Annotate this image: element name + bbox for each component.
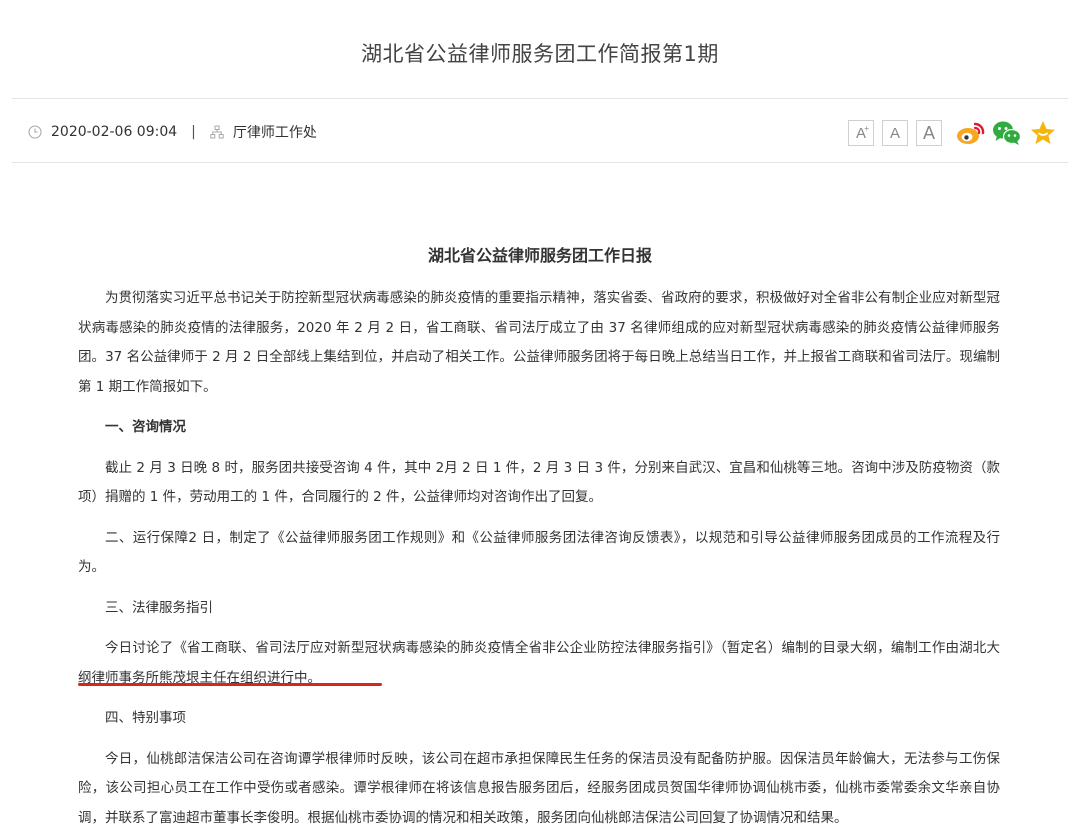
paragraph-consulting: 截止 2 月 3 日晚 8 时，服务团共接受咨询 4 件，其中 2月 2 日 1… — [78, 454, 1000, 513]
header-divider — [12, 98, 1068, 99]
favorite-star-icon[interactable] — [1028, 118, 1058, 148]
meta-divider — [12, 162, 1068, 163]
font-size-small-button[interactable]: A — [916, 120, 942, 146]
source-department[interactable]: 厅律师工作处 — [233, 122, 317, 142]
wechat-icon[interactable] — [992, 118, 1022, 148]
clock-icon — [28, 125, 42, 139]
article-body: 为贯彻落实习近平总书记关于防控新型冠状病毒感染的肺炎疫情的重要指示精神，落实省委… — [78, 284, 1000, 833]
article-meta: 2020-02-06 09:04 | 厅律师工作处 — [28, 121, 317, 143]
publish-date: 2020-02-06 09:04 — [51, 124, 177, 140]
article-toolbar: A+ A A — [848, 118, 1058, 148]
font-large-plus: + — [864, 124, 869, 133]
section-heading-consulting: 一、咨询情况 — [78, 413, 1000, 443]
font-small-label: A — [923, 123, 935, 144]
meta-separator: | — [191, 124, 196, 140]
section-heading-guidance: 三、法律服务指引 — [78, 594, 1000, 624]
font-size-large-button[interactable]: A+ — [848, 120, 874, 146]
organization-icon — [210, 125, 224, 139]
weibo-icon[interactable] — [956, 118, 986, 148]
font-size-medium-button[interactable]: A — [882, 120, 908, 146]
font-medium-label: A — [890, 125, 900, 142]
paragraph-special: 今日，仙桃郎洁保洁公司在咨询谭学根律师时反映，该公司在超市承担保障民生任务的保洁… — [78, 745, 1000, 833]
paragraph-operations: 二、运行保障2 日，制定了《公益律师服务团工作规则》和《公益律师服务团法律咨询反… — [78, 524, 1000, 583]
article-title: 湖北省公益律师服务团工作日报 — [0, 242, 1080, 266]
paragraph-intro: 为贯彻落实习近平总书记关于防控新型冠状病毒感染的肺炎疫情的重要指示精神，落实省委… — [78, 284, 1000, 402]
section-heading-special: 四、特别事项 — [78, 704, 1000, 734]
page-title: 湖北省公益律师服务团工作简报第1期 — [0, 38, 1080, 68]
red-highlight-underline — [78, 683, 382, 686]
